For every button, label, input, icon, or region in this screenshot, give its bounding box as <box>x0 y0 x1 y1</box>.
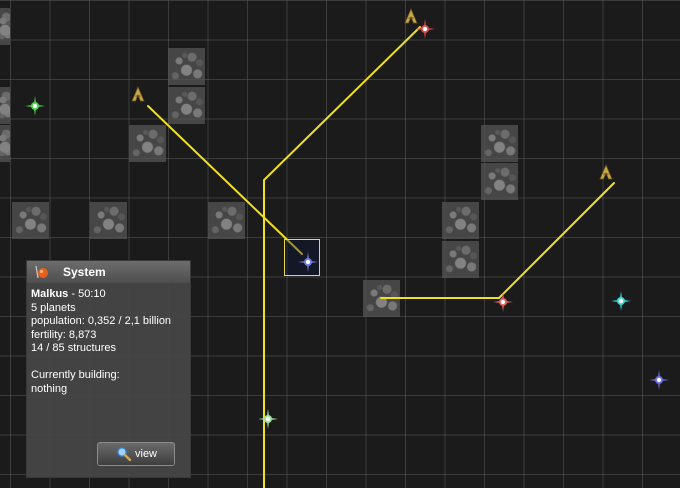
fertility-text: fertility: 8,873 <box>31 328 97 341</box>
view-button-label: view <box>135 448 158 460</box>
star-icon[interactable] <box>296 250 320 274</box>
system-info-panel: System Malkus - 50:10 5 planets populati… <box>26 260 191 478</box>
panel-title: System <box>63 265 106 279</box>
system-name: Malkus <box>31 288 69 300</box>
star-icon[interactable] <box>647 368 671 392</box>
system-heading: Malkus - 50:10 <box>31 288 186 302</box>
route-lines <box>147 26 615 488</box>
star-icon[interactable] <box>609 289 633 313</box>
star-icon[interactable] <box>491 290 515 314</box>
ship-icon[interactable] <box>599 164 613 180</box>
star-icon[interactable] <box>256 407 280 431</box>
search-icon <box>117 447 132 462</box>
system-coords: - 50:10 <box>68 288 106 300</box>
system-icon <box>35 265 48 279</box>
route-west <box>147 105 303 255</box>
building-value: nothing <box>31 382 68 395</box>
building-label: Currently building: <box>31 369 120 381</box>
galaxy-map[interactable]: System Malkus - 50:10 5 planets populati… <box>0 0 680 488</box>
star-icon[interactable] <box>413 17 437 41</box>
structures-text: 14 / 85 structures <box>31 342 116 354</box>
panel-body: Malkus - 50:10 5 planets population: 0,3… <box>27 283 190 401</box>
population-text: population: 0,352 / 2,1 billion <box>31 315 172 327</box>
panel-header: System <box>27 261 190 283</box>
planet-count: 5 planets <box>31 301 76 314</box>
view-button[interactable]: view <box>97 442 175 466</box>
route-east <box>380 182 615 299</box>
star-icon[interactable] <box>23 94 47 118</box>
ship-icon[interactable] <box>131 86 145 102</box>
